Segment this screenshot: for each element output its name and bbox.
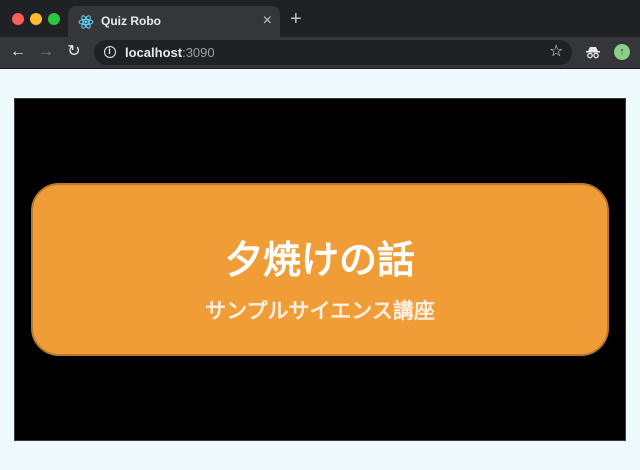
title-card: 夕焼けの話 サンプルサイエンス講座 <box>31 183 609 356</box>
url-text[interactable]: localhost:3090 <box>125 45 215 60</box>
address-bar[interactable]: localhost:3090 <box>94 40 572 65</box>
card-title: 夕焼けの話 <box>224 240 415 282</box>
profile-update-icon[interactable]: ↑ <box>614 44 630 60</box>
tab-close-icon[interactable]: × <box>263 12 272 30</box>
url-port: :3090 <box>182 45 215 60</box>
browser-toolbar: ← → ↻ localhost:3090 ☆ ↑ <box>0 37 640 69</box>
browser-title-bar: Quiz Robo × + <box>0 0 640 37</box>
url-host: localhost <box>125 45 183 60</box>
arrow-left-icon[interactable]: ← <box>9 43 27 61</box>
browser-tab-active[interactable]: Quiz Robo × <box>68 6 280 37</box>
close-window-button[interactable] <box>12 13 24 25</box>
incognito-extension-icon[interactable] <box>585 44 601 60</box>
card-subtitle: サンプルサイエンス講座 <box>205 300 435 323</box>
tab-title: Quiz Robo <box>101 14 161 28</box>
react-atom-icon <box>78 15 94 29</box>
maximize-window-button[interactable] <box>48 13 60 25</box>
minimize-window-button[interactable] <box>30 13 42 25</box>
reload-icon[interactable]: ↻ <box>65 43 83 61</box>
info-icon[interactable] <box>104 46 116 58</box>
new-tab-button[interactable]: + <box>290 9 302 29</box>
arrow-right-icon[interactable]: → <box>37 43 55 61</box>
star-icon[interactable]: ☆ <box>549 43 563 61</box>
